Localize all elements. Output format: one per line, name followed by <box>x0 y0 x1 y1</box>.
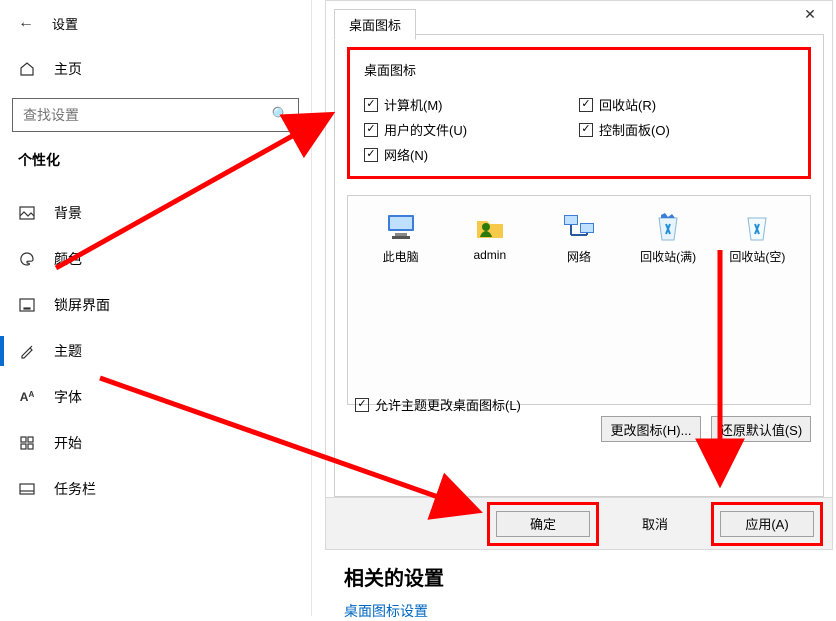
preview-network[interactable]: 网络 <box>541 210 617 265</box>
userfolder-icon <box>452 210 528 244</box>
sidebar-item-fonts[interactable]: AA 字体 <box>0 374 311 420</box>
sidebar-item-themes[interactable]: 主题 <box>0 328 311 374</box>
preview-label: 回收站(满) <box>630 248 706 265</box>
start-icon <box>18 436 36 450</box>
settings-header: ← 设置 <box>0 0 311 46</box>
sidebar-item-taskbar[interactable]: 任务栏 <box>0 466 311 512</box>
settings-left-panel: ← 设置 主页 🔍 个性化 背景 颜色 <box>0 0 312 616</box>
preview-thispc[interactable]: 此电脑 <box>363 210 439 265</box>
sidebar-item-start[interactable]: 开始 <box>0 420 311 466</box>
recyclebin-full-icon <box>630 210 706 244</box>
settings-title: 设置 <box>52 14 78 33</box>
checkbox-label: 用户的文件(U) <box>384 120 467 139</box>
checkbox-recyclebin[interactable]: ✓ 回收站(R) <box>579 95 794 114</box>
dialog-button-bar: 确定 取消 应用(A) <box>326 497 832 549</box>
check-icon: ✓ <box>355 398 369 412</box>
search-wrap: 🔍 <box>12 98 299 132</box>
sidebar-item-label: 颜色 <box>54 249 82 269</box>
desktop-icons-group: 桌面图标 ✓ 计算机(M) ✓ 用户的文件(U) ✓ 网络(N) <box>347 47 811 179</box>
nav-home-label: 主页 <box>54 59 82 79</box>
lockscreen-icon <box>18 298 36 312</box>
palette-icon <box>18 251 36 267</box>
checkbox-label: 计算机(M) <box>384 95 443 114</box>
taskbar-icon <box>18 483 36 495</box>
checkbox-controlpanel[interactable]: ✓ 控制面板(O) <box>579 120 794 139</box>
section-heading: 个性化 <box>0 150 311 190</box>
network-icon <box>541 210 617 244</box>
related-heading: 相关的设置 <box>344 562 444 591</box>
recyclebin-empty-icon <box>719 210 795 244</box>
preview-label: 此电脑 <box>363 248 439 265</box>
font-icon: AA <box>18 390 36 404</box>
sidebar-item-label: 开始 <box>54 433 82 453</box>
tab-desktop-icons[interactable]: 桌面图标 <box>334 9 416 40</box>
checkbox-label: 控制面板(O) <box>599 120 670 139</box>
sidebar-item-label: 任务栏 <box>54 479 96 499</box>
ok-button[interactable]: 确定 <box>496 511 590 537</box>
close-icon[interactable]: ✕ <box>788 1 832 27</box>
cancel-button[interactable]: 取消 <box>608 511 702 537</box>
preview-recyclebin-full[interactable]: 回收站(满) <box>630 210 706 265</box>
home-icon <box>18 61 36 77</box>
check-icon: ✓ <box>364 98 378 112</box>
sidebar-item-label: 主题 <box>54 341 82 361</box>
sidebar-item-lockscreen[interactable]: 锁屏界面 <box>0 282 311 328</box>
search-input[interactable] <box>12 98 299 132</box>
check-icon: ✓ <box>364 148 378 162</box>
sidebar-item-label: 字体 <box>54 387 82 407</box>
theme-icon <box>18 343 36 359</box>
desktop-icon-dialog: ✕ 桌面图标 桌面图标 ✓ 计算机(M) ✓ 用户的文件(U) ✓ 网络(N) <box>325 0 833 550</box>
preview-label: 回收站(空) <box>719 248 795 265</box>
preview-user[interactable]: admin <box>452 210 528 265</box>
related-settings: 相关的设置 桌面图标设置 <box>344 562 444 621</box>
checkbox-label: 允许主题更改桌面图标(L) <box>375 395 521 414</box>
checkbox-label: 网络(N) <box>384 145 428 164</box>
checkbox-userfiles[interactable]: ✓ 用户的文件(U) <box>364 120 579 139</box>
sidebar-item-colors[interactable]: 颜色 <box>0 236 311 282</box>
related-link[interactable]: 桌面图标设置 <box>344 603 428 619</box>
check-icon: ✓ <box>364 123 378 137</box>
change-icon-button[interactable]: 更改图标(H)... <box>601 416 701 442</box>
picture-icon <box>18 206 36 220</box>
preview-recyclebin-empty[interactable]: 回收站(空) <box>719 210 795 265</box>
nav-home[interactable]: 主页 <box>0 46 311 92</box>
sidebar-item-label: 背景 <box>54 203 82 223</box>
tab-panel: 桌面图标 ✓ 计算机(M) ✓ 用户的文件(U) ✓ 网络(N) <box>334 34 824 497</box>
check-icon: ✓ <box>579 98 593 112</box>
preview-label: admin <box>452 248 528 262</box>
icon-preview-box: 此电脑 admin 网络 <box>347 195 811 405</box>
checkbox-computer[interactable]: ✓ 计算机(M) <box>364 95 579 114</box>
preview-label: 网络 <box>541 248 617 265</box>
back-icon[interactable]: ← <box>18 14 34 32</box>
restore-defaults-button[interactable]: 还原默认值(S) <box>711 416 811 442</box>
checkbox-network[interactable]: ✓ 网络(N) <box>364 145 579 164</box>
apply-button[interactable]: 应用(A) <box>720 511 814 537</box>
sidebar-item-background[interactable]: 背景 <box>0 190 311 236</box>
checkbox-label: 回收站(R) <box>599 95 656 114</box>
monitor-icon <box>363 210 439 244</box>
group-title: 桌面图标 <box>364 60 794 79</box>
checkbox-allow-theme[interactable]: ✓ 允许主题更改桌面图标(L) <box>355 395 521 414</box>
check-icon: ✓ <box>579 123 593 137</box>
sidebar-item-label: 锁屏界面 <box>54 295 110 315</box>
